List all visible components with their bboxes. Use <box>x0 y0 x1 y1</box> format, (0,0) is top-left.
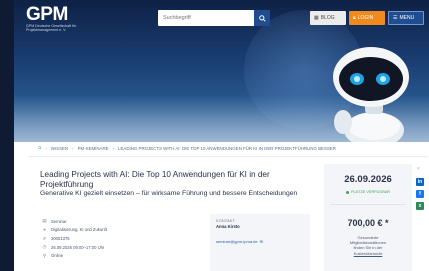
panel-divider <box>330 204 406 205</box>
facebook-icon[interactable]: f <box>416 190 424 198</box>
contact-email-link[interactable]: seminar@gpm-ipma.de ✉ <box>216 239 304 244</box>
contact-label: KONTAKT <box>216 219 236 223</box>
login-button[interactable]: 🔒︎ LOGIN <box>349 11 385 25</box>
breadcrumb-separator: › <box>72 145 74 151</box>
xing-icon[interactable]: x <box>416 202 424 210</box>
breadcrumb-separator: › <box>112 145 115 151</box>
member-pricing-note: Gesonderte Mitgliedskonditionen finden S… <box>332 235 404 256</box>
clock-icon: ◷ <box>42 244 47 250</box>
hero-banner: GPM GPM Deutsche Gesellschaft für Projek… <box>14 0 429 142</box>
booking-panel: 26.09.2026 PLÄTZE VERFÜGBAR 700,00 € * G… <box>324 164 412 271</box>
logo-subtitle: GPM Deutsche Gesellschaft für Projektman… <box>26 24 77 32</box>
info-row-category: ⌖ Digitalisierung, KI und Zukunft <box>42 226 192 235</box>
linkedin-icon[interactable]: in <box>416 178 424 186</box>
email-icon: ✉ <box>259 239 263 244</box>
share-icon[interactable]: < <box>417 166 420 172</box>
home-icon[interactable]: ⌂ <box>38 145 41 151</box>
info-id: 30001375 <box>51 235 70 241</box>
blog-icon: ▦ <box>314 15 319 21</box>
breadcrumb-item-wissen[interactable]: WISSEN <box>51 146 68 151</box>
location-icon: ⚲ <box>42 252 47 258</box>
search-bar <box>158 10 270 26</box>
info-category: Digitalisierung, KI und Zukunft <box>51 227 107 233</box>
breadcrumb-item-current: LEADING PROJECTS WITH AI: DIE TOP 10 ANW… <box>118 145 336 151</box>
gpm-logo[interactable]: GPM GPM Deutsche Gesellschaft für Projek… <box>26 5 86 33</box>
price: 700,00 € * <box>347 218 389 228</box>
page-title: Leading Projects with AI: Die Top 10 Anw… <box>40 170 270 189</box>
info-row-date: ◷ 26.09.2026 09:00–17:00 Uhr <box>42 243 192 252</box>
info-row-type: ▤ Seminar <box>42 217 192 226</box>
robot-illustration <box>333 47 409 142</box>
availability-text: PLÄTZE VERFÜGBAR <box>350 190 391 194</box>
availability-badge: PLÄTZE VERFÜGBAR <box>324 190 412 194</box>
contact-box: KONTAKT Anna Kirsto seminar@gpm-ipma.de … <box>210 214 310 271</box>
status-dot-icon <box>345 190 349 194</box>
tag-icon: ⌖ <box>43 227 46 233</box>
event-date: 26.09.2026 <box>344 174 392 185</box>
cost-overview-link[interactable]: Kostenübersicht <box>332 251 404 256</box>
info-location: Online <box>51 253 64 259</box>
lock-icon: 🔒︎ <box>353 15 356 21</box>
divider <box>28 156 428 157</box>
contact-name: Anna Kirsto <box>216 224 240 229</box>
blog-button[interactable]: ▦ BLOG <box>310 11 346 25</box>
logo-text: GPM <box>26 4 68 25</box>
blog-label: BLOG <box>320 15 335 21</box>
info-date: 26.09.2026 09:00–17:00 Uhr <box>51 244 105 250</box>
page: GPM GPM Deutsche Gesellschaft für Projek… <box>14 0 429 271</box>
contact-email: seminar@gpm-ipma.de <box>216 239 258 244</box>
event-info-list: ▤ Seminar ⌖ Digitalisierung, KI und Zuku… <box>42 217 192 260</box>
page-subtitle: Generative KI gezielt einsetzen – für wi… <box>40 190 298 197</box>
search-icon <box>258 14 266 22</box>
menu-label: MENU <box>399 15 415 21</box>
menu-button[interactable]: ☰ MENU <box>388 11 424 25</box>
info-row-id: # 30001375 <box>42 234 192 243</box>
info-row-location: ⚲ Online <box>42 251 192 260</box>
seminar-icon: ▤ <box>42 218 47 224</box>
breadcrumb: ⌂ › WISSEN › PM-SEMINARE › LEADING PROJE… <box>38 143 418 153</box>
search-button[interactable] <box>254 10 270 26</box>
info-type: Seminar <box>51 218 67 224</box>
search-input[interactable] <box>158 10 254 26</box>
login-label: LOGIN <box>357 15 374 21</box>
breadcrumb-separator: › <box>45 145 47 151</box>
id-icon: # <box>43 235 46 241</box>
hamburger-icon: ☰ <box>393 15 398 21</box>
breadcrumb-item-pm-seminare[interactable]: PM-SEMINARE <box>78 146 109 151</box>
